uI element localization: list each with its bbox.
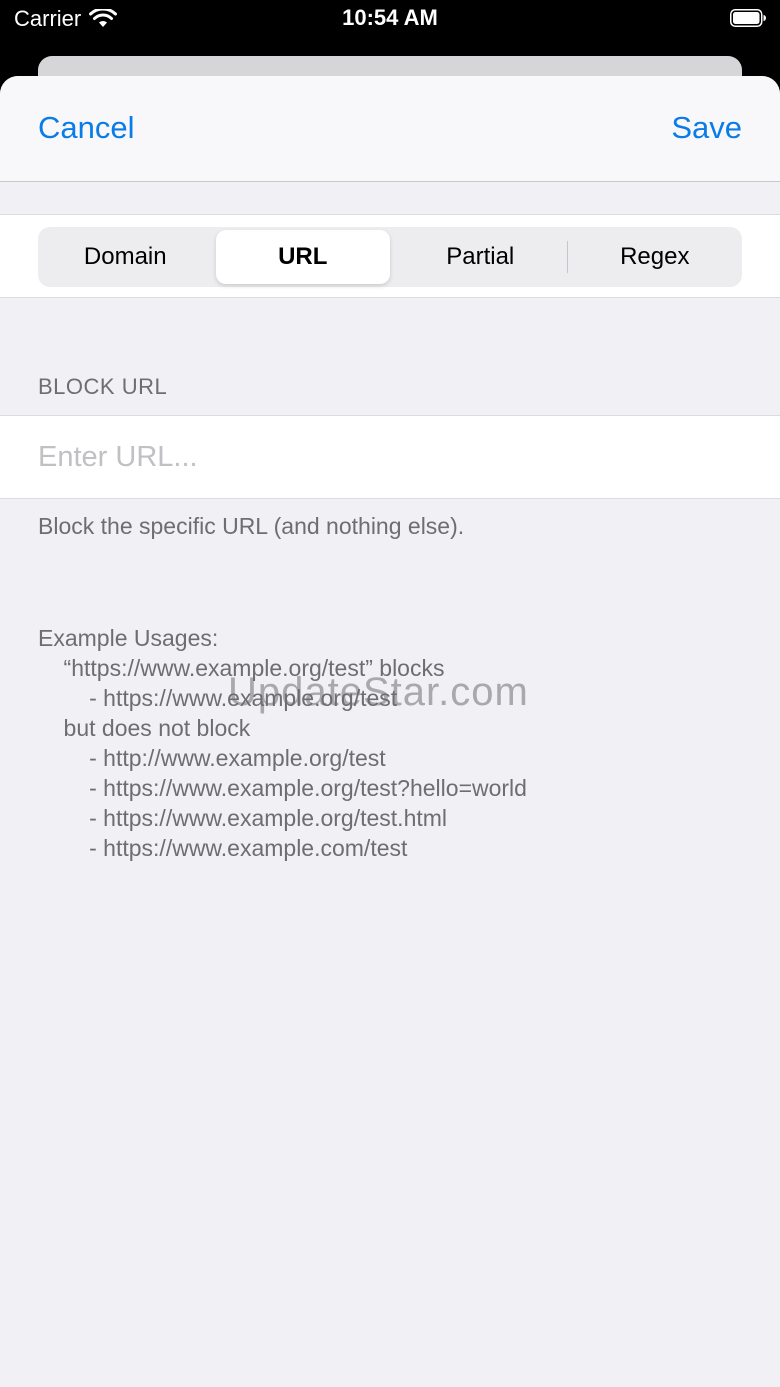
segment-label: URL [278, 243, 328, 270]
segment-url[interactable]: URL [215, 230, 390, 284]
battery-icon [730, 9, 766, 27]
segment-label: Domain [83, 243, 167, 270]
segment-partial[interactable]: Partial [393, 227, 568, 287]
bottom-area [0, 1330, 780, 1387]
example-line: “https://www.example.org/test” blocks [38, 655, 445, 681]
screen: Carrier 10:54 AM Cancel Save Domain URL … [0, 0, 780, 1387]
cancel-button[interactable]: Cancel [38, 110, 135, 146]
nav-bar: Cancel Save [0, 76, 780, 182]
segment-regex[interactable]: Regex [568, 227, 743, 287]
save-button[interactable]: Save [671, 110, 742, 146]
example-line: - https://www.example.org/test.html [38, 805, 448, 831]
segment-domain[interactable]: Domain [38, 227, 213, 287]
url-input[interactable] [38, 416, 738, 498]
example-line: - https://www.example.org/test [38, 685, 398, 711]
example-line: Example Usages: [38, 625, 219, 651]
modal-sheet: Cancel Save Domain URL Partial Regex BLO… [0, 76, 780, 1387]
example-line: - https://www.example.com/test [38, 835, 408, 861]
example-line: but does not block [38, 715, 251, 741]
status-time: 10:54 AM [342, 5, 438, 30]
example-usages: Example Usages: “https://www.example.org… [38, 623, 527, 863]
example-line: - http://www.example.org/test [38, 745, 386, 771]
segment-label: Regex [620, 243, 690, 270]
section-header: BLOCK URL [38, 374, 168, 399]
status-bar: Carrier 10:54 AM [0, 0, 780, 40]
segment-label: Partial [446, 243, 515, 270]
match-type-segmented-control: Domain URL Partial Regex [38, 227, 742, 287]
segment-band: Domain URL Partial Regex [0, 214, 780, 298]
example-line: - https://www.example.org/test?hello=wor… [38, 775, 527, 801]
section-footer: Block the specific URL (and nothing else… [38, 513, 465, 539]
url-input-row [0, 415, 780, 499]
